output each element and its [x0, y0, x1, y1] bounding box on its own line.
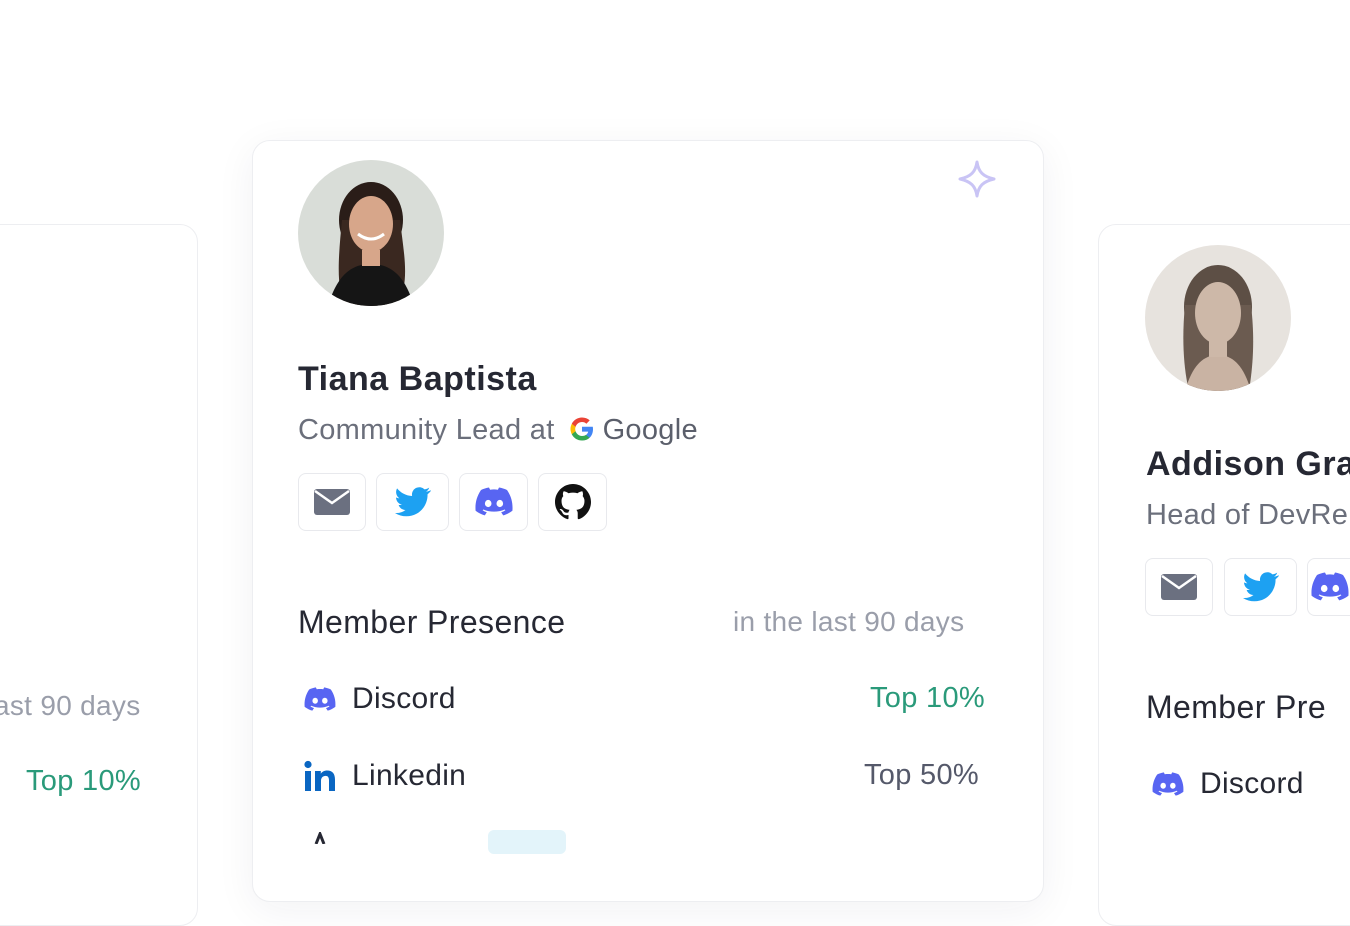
discord-button[interactable]	[1307, 558, 1350, 616]
presence-title: Member Presence	[298, 604, 566, 640]
member-name: Tiana Baptista	[298, 360, 537, 398]
twitter-icon	[394, 487, 431, 517]
presence-rank: Top 50%	[864, 759, 979, 791]
presence-rank: Top 10%	[870, 682, 985, 714]
member-name: Addison Gra	[1146, 445, 1350, 483]
presence-row-discord: Discord	[1152, 764, 1304, 804]
discord-icon	[1310, 572, 1349, 601]
company-name: Google	[602, 414, 698, 446]
linkedin-icon	[304, 760, 338, 792]
member-role: Community Lead at Google	[298, 414, 698, 452]
twitter-icon	[1242, 572, 1279, 602]
presence-note: in the last 90 days	[733, 606, 965, 637]
email-button[interactable]	[1145, 558, 1213, 616]
email-icon	[1161, 574, 1197, 600]
twitter-button[interactable]	[376, 473, 449, 531]
github-button[interactable]	[538, 473, 607, 531]
discord-icon	[474, 487, 513, 516]
member-card-left[interactable]	[0, 224, 198, 926]
partial-badge	[488, 830, 566, 854]
presence-title: Member Pre	[1146, 689, 1327, 725]
presence-label: Discord	[1200, 767, 1304, 800]
email-button[interactable]	[298, 473, 366, 531]
presence-rank: Top 10%	[26, 765, 141, 797]
discord-button[interactable]	[459, 473, 528, 531]
presence-label: Discord	[352, 682, 456, 715]
presence-note: ast 90 days	[0, 690, 141, 721]
discord-icon	[1152, 771, 1186, 797]
partial-icon	[314, 832, 326, 844]
presence-row-linkedin: Linkedin	[304, 756, 466, 796]
presence-label: Linkedin	[352, 759, 467, 792]
discord-icon	[304, 686, 338, 712]
twitter-button[interactable]	[1224, 558, 1297, 616]
presence-row-discord: Discord	[304, 679, 456, 719]
email-icon	[314, 489, 350, 515]
avatar	[1145, 245, 1291, 391]
sparkle-icon[interactable]	[956, 158, 998, 200]
member-role: Head of DevRe	[1146, 499, 1349, 531]
github-icon	[554, 484, 591, 520]
role-text: Community Lead at	[298, 414, 555, 446]
google-logo-icon	[567, 414, 597, 452]
avatar	[298, 160, 444, 306]
